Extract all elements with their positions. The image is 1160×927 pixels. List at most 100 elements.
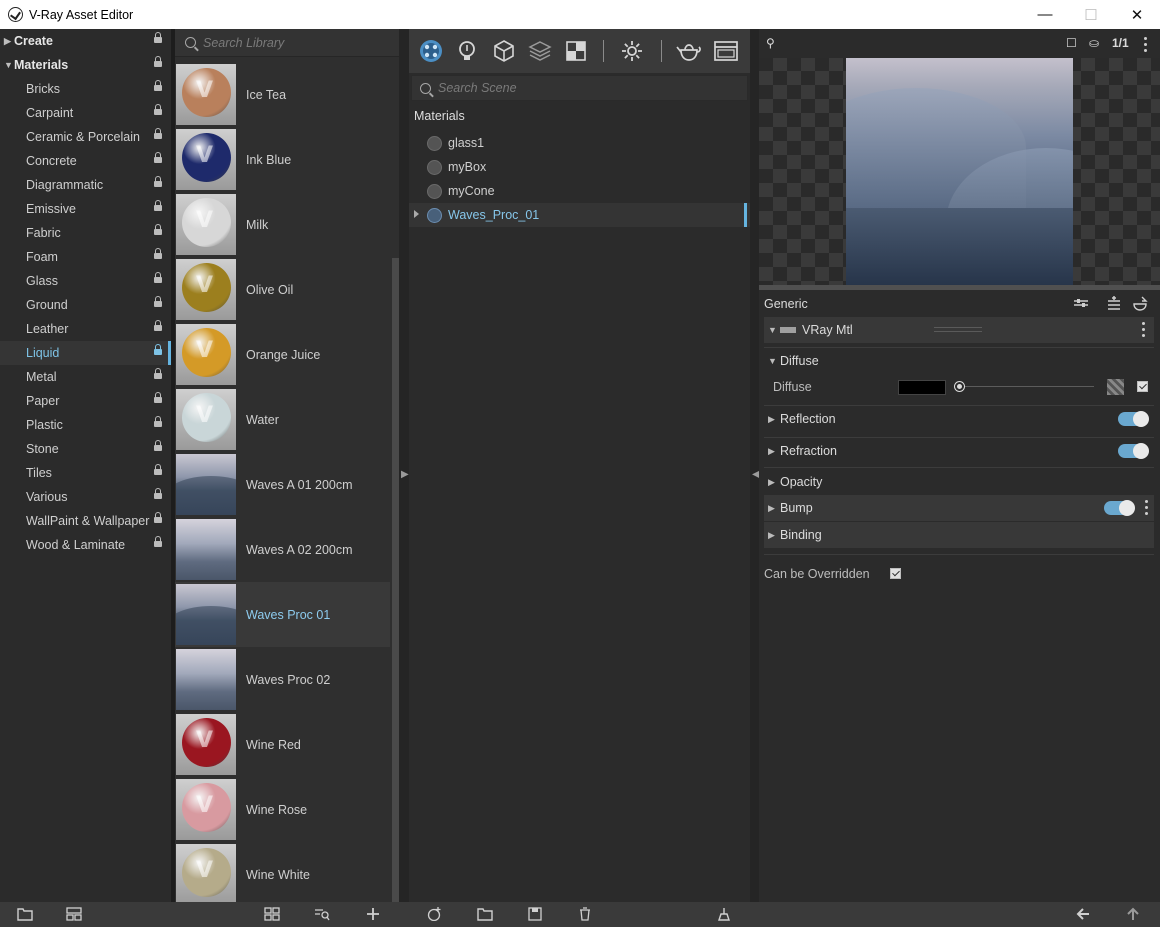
library-item[interactable]: V Wine Rose <box>175 777 390 842</box>
category-label: Metal <box>26 370 57 384</box>
library-collapse-handle[interactable]: ▶ <box>399 29 409 902</box>
scene-material-item[interactable]: myCone <box>409 179 750 203</box>
lights-tab-icon[interactable] <box>455 39 479 63</box>
preview-scene-icon[interactable]: ⛀ <box>1089 36 1099 50</box>
preview-lock-icon[interactable]: ⚲ <box>766 36 775 50</box>
category-item-carpaint[interactable]: Carpaint <box>0 101 171 125</box>
preview-more-icon[interactable] <box>1144 37 1147 53</box>
bump-more-icon[interactable] <box>1145 500 1148 516</box>
library-item[interactable]: Waves Proc 02 <box>175 647 390 712</box>
layout-view-icon[interactable] <box>66 907 82 921</box>
diffuse-enable-checkbox[interactable] <box>1137 381 1148 392</box>
library-item[interactable]: V Olive Oil <box>175 257 390 322</box>
material-layer-icon <box>780 327 796 333</box>
category-item-emissive[interactable]: Emissive <box>0 197 171 221</box>
diffuse-amount-slider[interactable] <box>958 386 1094 387</box>
textures-tab-icon[interactable] <box>564 39 588 63</box>
scene-material-item[interactable]: Waves_Proc_01 <box>409 203 750 227</box>
library-item[interactable]: V Milk <box>175 192 390 257</box>
category-item-ceramic-porcelain[interactable]: Ceramic & Porcelain <box>0 125 171 149</box>
category-item-stone[interactable]: Stone <box>0 437 171 461</box>
diffuse-color-swatch[interactable] <box>898 380 946 395</box>
maximize-button[interactable]: ☐ <box>1068 0 1114 29</box>
minimize-button[interactable]: — <box>1022 0 1068 29</box>
opacity-section-header[interactable]: ▶ Opacity <box>764 469 1154 495</box>
category-item-liquid[interactable]: Liquid <box>0 341 171 365</box>
category-item-ground[interactable]: Ground <box>0 293 171 317</box>
category-item-plastic[interactable]: Plastic <box>0 413 171 437</box>
open-folder-icon[interactable] <box>17 907 33 921</box>
binding-section-header[interactable]: ▶ Binding <box>764 522 1154 548</box>
scene-search-input[interactable]: Search Scene <box>411 75 748 101</box>
geometry-tab-icon[interactable] <box>492 39 516 63</box>
library-scrollbar[interactable] <box>392 258 399 902</box>
vray-mtl-more-icon[interactable] <box>1142 322 1145 338</box>
load-file-icon[interactable] <box>477 907 493 921</box>
category-item-create[interactable]: ▶ Create <box>0 29 171 53</box>
library-item[interactable]: V Ink Blue <box>175 127 390 192</box>
search-filter-icon[interactable] <box>314 907 330 921</box>
category-item-foam[interactable]: Foam <box>0 245 171 269</box>
expand-arrow-icon[interactable] <box>414 210 419 218</box>
scene-material-item[interactable]: glass1 <box>409 131 750 155</box>
reflection-section-header[interactable]: ▶ Reflection <box>764 406 1154 432</box>
drag-handle[interactable] <box>934 327 982 332</box>
category-item-concrete[interactable]: Concrete <box>0 149 171 173</box>
caret-right-icon: ▶ <box>768 413 775 424</box>
category-item-fabric[interactable]: Fabric <box>0 221 171 245</box>
library-item[interactable]: V Water <box>175 387 390 452</box>
vray-mtl-row[interactable]: ▼ VRay Mtl <box>764 317 1154 343</box>
category-item-diagrammatic[interactable]: Diagrammatic <box>0 173 171 197</box>
diffuse-texture-slot[interactable] <box>1107 379 1124 395</box>
frame-buffer-icon[interactable] <box>713 39 739 63</box>
library-item[interactable]: V Orange Juice <box>175 322 390 387</box>
category-item-wood-laminate[interactable]: Wood & Laminate <box>0 533 171 557</box>
save-icon[interactable] <box>527 907 543 921</box>
materials-tab-icon[interactable] <box>419 39 443 63</box>
grid-view-icon[interactable] <box>264 907 280 921</box>
library-item[interactable]: Waves A 02 200cm <box>175 517 390 582</box>
diffuse-section-header[interactable]: ▼ Diffuse <box>764 348 1154 374</box>
category-item-paper[interactable]: Paper <box>0 389 171 413</box>
delete-icon[interactable] <box>577 907 593 921</box>
reflection-toggle[interactable] <box>1118 411 1149 427</box>
bump-section-header[interactable]: ▶ Bump <box>764 495 1154 521</box>
category-item-materials[interactable]: ▼ Materials <box>0 53 171 77</box>
layers-tab-icon[interactable] <box>528 39 552 63</box>
scene-material-item[interactable]: myBox <box>409 155 750 179</box>
import-asset-icon[interactable] <box>365 907 381 921</box>
category-item-wallpaint-wallpaper[interactable]: WallPaint & Wallpaper <box>0 509 171 533</box>
preview-ratio-button[interactable]: 1/1 <box>1112 36 1129 50</box>
category-item-tiles[interactable]: Tiles <box>0 461 171 485</box>
library-search-input[interactable]: Search Library <box>175 29 399 57</box>
diffuse-slider-handle[interactable] <box>955 382 964 391</box>
library-item[interactable]: V Wine Red <box>175 712 390 777</box>
preview-splitter[interactable] <box>759 285 1160 290</box>
category-item-various[interactable]: Various <box>0 485 171 509</box>
render-teapot-icon[interactable] <box>676 39 704 63</box>
library-item[interactable]: V Ice Tea <box>175 62 390 127</box>
sliders-icon[interactable] <box>1074 297 1088 309</box>
category-item-bricks[interactable]: Bricks <box>0 77 171 101</box>
preview-shape-icon[interactable]: ☐ <box>1066 36 1077 50</box>
create-asset-icon[interactable] <box>426 907 442 921</box>
add-layer-icon[interactable] <box>1106 296 1122 311</box>
properties-collapse-handle[interactable]: ◀ <box>750 29 760 902</box>
category-item-glass[interactable]: Glass <box>0 269 171 293</box>
bump-toggle[interactable] <box>1104 500 1135 516</box>
library-item[interactable]: Waves A 01 200cm <box>175 452 390 517</box>
settings-gear-icon[interactable] <box>620 39 644 63</box>
category-item-metal[interactable]: Metal <box>0 365 171 389</box>
override-checkbox[interactable] <box>890 568 901 579</box>
refraction-section-header[interactable]: ▶ Refraction <box>764 438 1154 464</box>
material-sync-icon[interactable] <box>1132 296 1150 311</box>
close-button[interactable]: ✕ <box>1114 0 1160 29</box>
refraction-toggle[interactable] <box>1118 443 1149 459</box>
category-item-leather[interactable]: Leather <box>0 317 171 341</box>
library-item[interactable]: Waves Proc 01 <box>175 582 390 647</box>
purge-unused-icon[interactable] <box>716 907 732 921</box>
library-item[interactable]: V Wine White <box>175 842 390 907</box>
lock-icon <box>154 80 162 91</box>
arrow-left-icon[interactable] <box>1075 907 1091 921</box>
arrow-up-icon[interactable] <box>1125 907 1141 921</box>
